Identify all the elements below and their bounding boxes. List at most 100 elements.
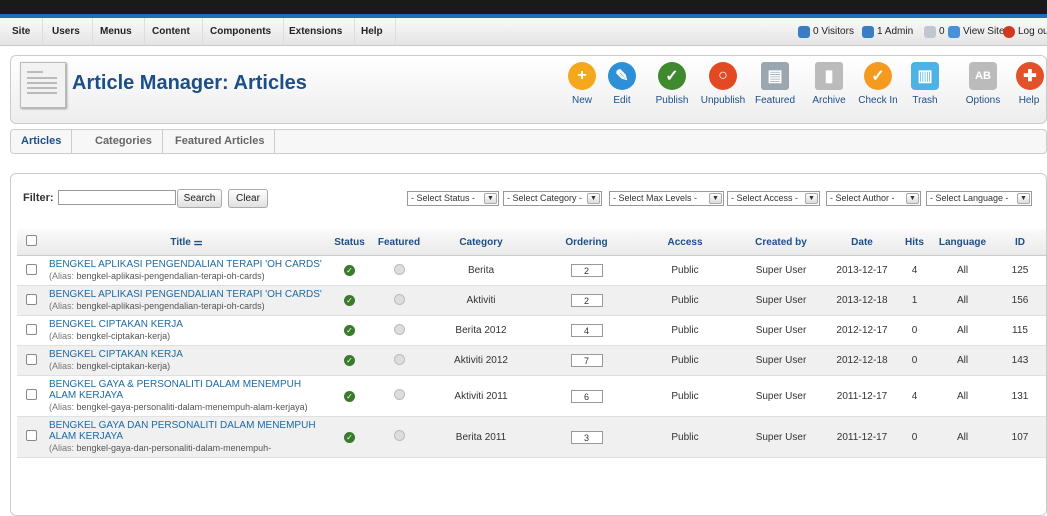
alias-value: bengkel-gaya-dan-personaliti-dalam-menem…	[76, 443, 272, 453]
not-featured-icon[interactable]	[393, 263, 405, 275]
select-author-value: - Select Author -	[830, 193, 895, 203]
published-icon[interactable]: ✓	[344, 265, 355, 276]
not-featured-icon[interactable]	[393, 353, 405, 365]
ordering-input[interactable]: 6	[570, 389, 603, 403]
row-checkbox[interactable]	[26, 353, 37, 365]
tab-articles[interactable]: Articles	[11, 130, 73, 153]
article-title-link[interactable]: BENGKEL APLIKASI PENGENDALIAN TERAPI 'OH…	[49, 259, 324, 270]
select-author[interactable]: - Select Author - ▼	[826, 191, 921, 206]
article-title-link[interactable]: BENGKEL GAYA DAN PERSONALITI DALAM MENEM…	[49, 420, 324, 442]
header-id[interactable]: ID	[991, 229, 1046, 256]
published-icon[interactable]: ✓	[344, 431, 355, 443]
menu-components[interactable]: Components	[198, 18, 285, 45]
trash-button[interactable]: ▥ Trash	[910, 62, 940, 114]
menu-extensions[interactable]: Extensions	[277, 18, 356, 45]
not-featured-icon[interactable]	[393, 430, 405, 441]
header-hits[interactable]: Hits	[895, 229, 934, 256]
options-label: Options	[965, 95, 1001, 106]
select-max-levels-value: - Select Max Levels -	[613, 193, 698, 203]
row-checkbox[interactable]	[26, 293, 37, 305]
tab-categories[interactable]: Categories	[85, 130, 163, 153]
header-status[interactable]: Status	[327, 229, 372, 256]
articles-table: Title ⚌ Status Featured Category Orderin…	[17, 229, 1046, 458]
published-icon[interactable]: ✓	[344, 295, 355, 306]
header-ordering[interactable]: Ordering	[536, 229, 637, 256]
tab-featured-articles[interactable]: Featured Articles	[165, 130, 276, 153]
ordering-input[interactable]: 2	[570, 264, 603, 277]
filter-search-input[interactable]	[58, 190, 176, 205]
created-by-cell: Super User	[733, 315, 829, 346]
select-status[interactable]: - Select Status - ▼	[407, 191, 499, 206]
featured-icon: ▤	[761, 62, 789, 90]
header-language[interactable]: Language	[934, 229, 991, 256]
created-by-cell: Super User	[733, 255, 829, 286]
help-button[interactable]: ✚ Help	[1016, 62, 1044, 114]
menu-site[interactable]: Site	[0, 18, 44, 45]
header-select-all[interactable]	[17, 229, 46, 256]
publish-icon: ✓	[658, 62, 686, 90]
unpublish-button[interactable]: ○ Unpublish	[698, 62, 748, 114]
logout-link[interactable]: Log out	[1003, 18, 1047, 45]
id-cell: 131	[991, 375, 1046, 417]
row-checkbox[interactable]	[26, 263, 37, 275]
published-icon[interactable]: ✓	[344, 355, 355, 366]
not-featured-icon[interactable]	[393, 323, 405, 335]
header-category[interactable]: Category	[426, 229, 536, 256]
filter-label: Filter:	[23, 192, 54, 204]
article-alias: (Alias: bengkel-aplikasi-pengendalian-te…	[49, 271, 324, 282]
header-date[interactable]: Date	[829, 229, 895, 256]
view-site-link[interactable]: View Site	[948, 18, 1005, 45]
select-access-value: - Select Access -	[731, 193, 799, 203]
header-access[interactable]: Access	[637, 229, 733, 256]
not-featured-icon[interactable]	[393, 389, 405, 400]
date-cell: 2013-12-17	[829, 255, 895, 286]
select-language[interactable]: - Select Language - ▼	[926, 191, 1032, 206]
header-title[interactable]: Title ⚌	[46, 229, 327, 256]
menu-help[interactable]: Help	[349, 18, 396, 45]
row-checkbox[interactable]	[26, 430, 37, 441]
publish-button[interactable]: ✓ Publish	[652, 62, 692, 114]
visitors-status[interactable]: 0 Visitors	[798, 18, 854, 45]
menu-menus[interactable]: Menus	[88, 18, 145, 45]
select-all-checkbox[interactable]	[26, 235, 37, 246]
article-title-link[interactable]: BENGKEL CIPTAKAN KERJA	[49, 349, 324, 360]
ordering-input[interactable]: 2	[570, 294, 603, 307]
publish-label: Publish	[655, 95, 689, 106]
article-title-link[interactable]: BENGKEL CIPTAKAN KERJA	[49, 319, 324, 330]
checkin-button[interactable]: ✓ Check In	[858, 62, 898, 114]
clear-button[interactable]: Clear	[228, 189, 268, 208]
select-max-levels[interactable]: - Select Max Levels - ▼	[609, 191, 724, 206]
menu-content[interactable]: Content	[140, 18, 203, 45]
archive-button[interactable]: ▮ Archive	[811, 62, 847, 114]
header-created-by[interactable]: Created by	[733, 229, 829, 256]
not-featured-icon[interactable]	[393, 293, 405, 305]
sort-desc-icon: ⚌	[193, 236, 203, 248]
article-title-link[interactable]: BENGKEL GAYA & PERSONALITI DALAM MENEMPU…	[49, 379, 324, 401]
edit-button[interactable]: ✎ Edit	[607, 62, 637, 114]
ordering-input[interactable]: 4	[570, 324, 603, 337]
alias-value: bengkel-aplikasi-pengendalian-terapi-oh-…	[76, 301, 265, 311]
select-category[interactable]: - Select Category - ▼	[503, 191, 602, 206]
featured-button[interactable]: ▤ Featured	[755, 62, 795, 114]
admins-status[interactable]: 1 Admin	[862, 18, 913, 45]
checkin-icon: ✓	[864, 62, 892, 90]
row-checkbox[interactable]	[26, 323, 37, 335]
menu-users[interactable]: Users	[40, 18, 93, 45]
article-title-link[interactable]: BENGKEL APLIKASI PENGENDALIAN TERAPI 'OH…	[49, 289, 324, 300]
select-access[interactable]: - Select Access - ▼	[727, 191, 820, 206]
new-button[interactable]: + New	[567, 62, 597, 114]
header-featured[interactable]: Featured	[372, 229, 426, 256]
ordering-input[interactable]: 7	[570, 354, 603, 367]
options-button[interactable]: AB Options	[965, 62, 1001, 114]
published-icon[interactable]: ✓	[344, 325, 355, 336]
id-cell: 115	[991, 315, 1046, 346]
trash-label: Trash	[912, 95, 938, 106]
ordering-input[interactable]: 3	[570, 430, 603, 444]
published-icon[interactable]: ✓	[344, 390, 355, 402]
search-button[interactable]: Search	[177, 189, 222, 208]
row-checkbox[interactable]	[26, 389, 37, 400]
help-label: Help	[1018, 95, 1040, 106]
article-alias: (Alias: bengkel-aplikasi-pengendalian-te…	[49, 301, 324, 312]
table-header-row: Title ⚌ Status Featured Category Orderin…	[17, 229, 1046, 256]
messages-status[interactable]: 0	[924, 18, 945, 45]
